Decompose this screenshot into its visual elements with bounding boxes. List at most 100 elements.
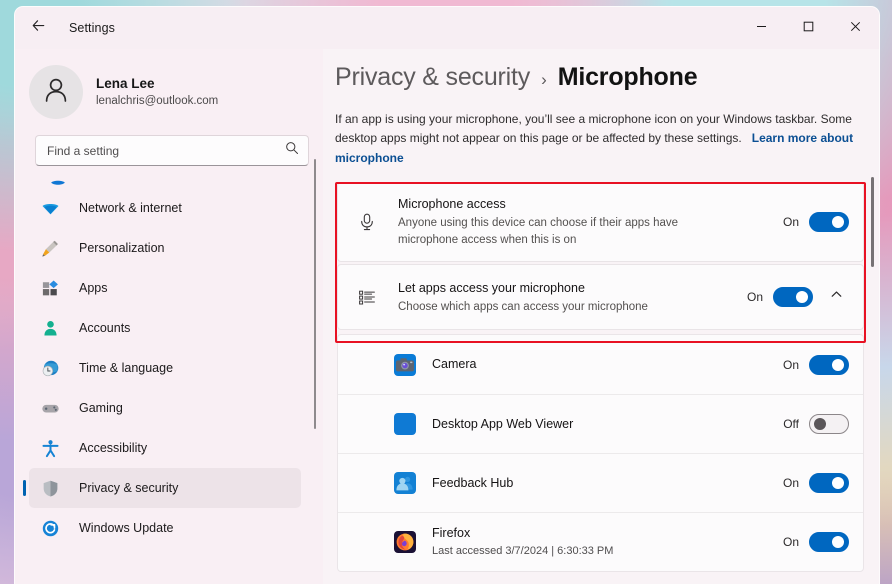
sidebar-item-personalization[interactable]: Personalization bbox=[29, 228, 301, 268]
breadcrumb: Privacy & security › Microphone bbox=[335, 49, 879, 92]
toggle-state-label: On bbox=[746, 290, 763, 305]
toggle-state-label: On bbox=[782, 476, 799, 491]
sidebar-item-label: Accounts bbox=[79, 321, 131, 335]
bluetooth-devices-icon bbox=[49, 178, 67, 188]
toggle-state-label: On bbox=[782, 357, 799, 372]
sidebar-item-privacy-security[interactable]: Privacy & security bbox=[29, 468, 301, 508]
sidebar: Lena Lee lenalchris@outlook.com Find a s… bbox=[15, 49, 323, 584]
minimize-button[interactable] bbox=[738, 7, 785, 49]
app-row-desktop-app-web-viewer[interactable]: Desktop App Web Viewer Off bbox=[338, 394, 863, 453]
sidebar-item-time-language[interactable]: Time & language bbox=[29, 348, 301, 388]
back-button[interactable] bbox=[21, 13, 55, 43]
avatar bbox=[29, 65, 83, 119]
wifi-icon bbox=[35, 199, 65, 218]
app-row-controls: Off bbox=[779, 414, 849, 435]
app-title: Settings bbox=[69, 21, 115, 35]
sidebar-item-label: Time & language bbox=[79, 361, 174, 375]
sidebar-scrollbar[interactable] bbox=[314, 159, 316, 429]
desktop-app-web-viewer-microphone-toggle[interactable] bbox=[809, 414, 849, 435]
toggle-knob bbox=[832, 358, 844, 371]
firefox-microphone-toggle[interactable] bbox=[809, 532, 849, 553]
minimize-icon bbox=[756, 19, 767, 37]
page-description: If an app is using your microphone, you’… bbox=[335, 110, 860, 168]
app-name: Desktop App Web Viewer bbox=[432, 416, 574, 431]
account-name: Lena Lee bbox=[96, 75, 155, 91]
app-row-feedback-hub[interactable]: Feedback Hub On bbox=[338, 453, 863, 512]
setting-row-controls: On bbox=[779, 212, 849, 233]
shield-icon bbox=[35, 479, 65, 498]
sidebar-item-label: Gaming bbox=[79, 401, 123, 415]
clock-globe-icon bbox=[35, 359, 65, 378]
app-permission-list: Camera On Desktop App Web Viewer Off Fee… bbox=[337, 334, 864, 573]
desktop-app-web-viewer-icon bbox=[394, 413, 416, 436]
search-box[interactable] bbox=[35, 135, 309, 166]
account-text: Lena Lee lenalchris@outlook.com bbox=[96, 75, 218, 110]
search-icon[interactable] bbox=[285, 141, 299, 160]
window-controls bbox=[738, 7, 879, 49]
firefox-icon bbox=[394, 531, 416, 554]
page-title: Microphone bbox=[557, 63, 698, 91]
setting-title: Let apps access your microphone bbox=[398, 280, 585, 295]
account-block[interactable]: Lena Lee lenalchris@outlook.com bbox=[15, 49, 323, 121]
let-apps-access-microphone-toggle[interactable] bbox=[773, 287, 813, 308]
gamepad-icon bbox=[35, 399, 65, 418]
close-button[interactable] bbox=[832, 7, 879, 49]
app-last-accessed: Last accessed 3/7/2024 | 6:30:33 PM bbox=[432, 544, 614, 557]
feedback-hub-microphone-toggle[interactable] bbox=[809, 473, 849, 494]
maximize-icon bbox=[803, 19, 814, 37]
app-name: Camera bbox=[432, 357, 477, 372]
search-wrapper bbox=[15, 121, 323, 166]
feedback-hub-icon bbox=[394, 472, 416, 495]
app-row-body: Desktop App Web Viewer bbox=[432, 416, 779, 434]
sidebar-item-label: Accessibility bbox=[79, 441, 148, 455]
sidebar-item-label: Windows Update bbox=[79, 521, 174, 535]
title-bar: Settings bbox=[15, 7, 879, 49]
toggle-state-label: Off bbox=[783, 417, 799, 432]
settings-cards-area: Microphone access Anyone using this devi… bbox=[335, 182, 879, 573]
setting-row-body: Let apps access your microphone Choose w… bbox=[398, 279, 743, 316]
person-icon bbox=[35, 319, 65, 338]
settings-window: Settings Lena Lee lenalchris@outlook.com… bbox=[14, 6, 880, 584]
sidebar-item-apps[interactable]: Apps bbox=[29, 268, 301, 308]
sidebar-item-accessibility[interactable]: Accessibility bbox=[29, 428, 301, 468]
maximize-button[interactable] bbox=[785, 7, 832, 49]
app-name: Feedback Hub bbox=[432, 475, 514, 490]
microphone-icon bbox=[352, 212, 382, 232]
microphone-access-toggle[interactable] bbox=[809, 212, 849, 233]
sidebar-item-windows-update[interactable]: Windows Update bbox=[29, 508, 301, 548]
sidebar-item-gaming[interactable]: Gaming bbox=[29, 388, 301, 428]
person-avatar-icon bbox=[40, 74, 72, 111]
app-row-controls: On bbox=[779, 473, 849, 494]
setting-title: Microphone access bbox=[398, 197, 506, 212]
app-row-camera[interactable]: Camera On bbox=[338, 335, 863, 394]
camera-app-icon bbox=[394, 353, 416, 376]
app-list-icon bbox=[352, 287, 382, 307]
sidebar-item-clipped-top[interactable] bbox=[29, 178, 323, 188]
toggle-knob bbox=[814, 418, 826, 431]
camera-microphone-toggle[interactable] bbox=[809, 354, 849, 375]
sidebar-item-label: Network & internet bbox=[79, 201, 182, 215]
search-input[interactable] bbox=[47, 143, 285, 158]
window-body: Lena Lee lenalchris@outlook.com Find a s… bbox=[15, 49, 879, 584]
toggle-knob bbox=[832, 536, 844, 549]
toggle-state-label: On bbox=[782, 535, 799, 550]
app-row-body: Firefox Last accessed 3/7/2024 | 6:30:33… bbox=[432, 525, 779, 559]
desktop-background: Settings Lena Lee lenalchris@outlook.com… bbox=[0, 0, 892, 584]
back-arrow-icon bbox=[31, 18, 46, 38]
toggle-knob bbox=[796, 291, 808, 304]
app-name: Firefox bbox=[432, 526, 471, 541]
sidebar-item-network-internet[interactable]: Network & internet bbox=[29, 188, 301, 228]
setting-row-microphone-access[interactable]: Microphone access Anyone using this devi… bbox=[337, 182, 864, 263]
setting-row-controls: On bbox=[743, 284, 849, 310]
breadcrumb-parent-link[interactable]: Privacy & security bbox=[335, 63, 530, 92]
chevron-up-icon bbox=[830, 288, 843, 306]
toggle-state-label: On bbox=[782, 215, 799, 230]
accessibility-person-icon bbox=[35, 439, 65, 458]
chevron-right-icon: › bbox=[541, 70, 547, 89]
app-row-firefox[interactable]: Firefox Last accessed 3/7/2024 | 6:30:33… bbox=[338, 512, 863, 571]
expand-collapse-button[interactable] bbox=[823, 284, 849, 310]
setting-subtitle: Choose which apps can access your microp… bbox=[398, 300, 648, 313]
sidebar-item-accounts[interactable]: Accounts bbox=[29, 308, 301, 348]
setting-row-let-apps-access-microphone[interactable]: Let apps access your microphone Choose w… bbox=[337, 264, 864, 331]
main-scrollbar[interactable] bbox=[871, 177, 874, 267]
